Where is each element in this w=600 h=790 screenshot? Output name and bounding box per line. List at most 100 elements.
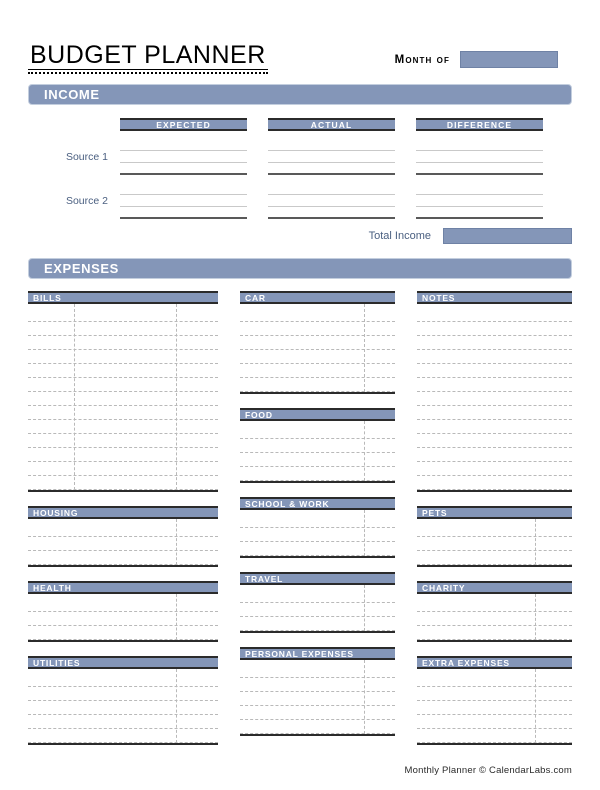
entry-line[interactable] <box>417 378 572 392</box>
entry-line[interactable] <box>28 523 218 537</box>
entry-line[interactable] <box>240 425 395 439</box>
entry-line[interactable] <box>28 308 218 322</box>
entry-line[interactable] <box>240 308 395 322</box>
entry-line[interactable] <box>28 364 218 378</box>
column-divider <box>176 594 178 640</box>
entry-line[interactable] <box>28 551 218 565</box>
expense-block-body[interactable] <box>417 519 572 567</box>
entry-line[interactable] <box>28 673 218 687</box>
total-rule <box>120 163 247 175</box>
income-difference-field[interactable] <box>416 183 543 219</box>
expense-block-body[interactable] <box>417 669 572 745</box>
entry-line[interactable] <box>240 720 395 734</box>
entry-line[interactable] <box>417 350 572 364</box>
expense-block-body[interactable] <box>28 594 218 642</box>
entry-line[interactable] <box>28 626 218 640</box>
entry-line[interactable] <box>240 692 395 706</box>
entry-line[interactable] <box>28 701 218 715</box>
write-line <box>120 151 247 163</box>
column-divider <box>364 585 365 631</box>
entry-line[interactable] <box>28 729 218 743</box>
entry-line[interactable] <box>28 434 218 448</box>
income-expected-field[interactable] <box>120 139 247 175</box>
income-actual-field[interactable] <box>268 183 395 219</box>
entry-line[interactable] <box>417 537 572 551</box>
entry-line[interactable] <box>417 598 572 612</box>
expense-block-body[interactable] <box>240 585 395 633</box>
entry-line[interactable] <box>28 406 218 420</box>
expense-block-personal-expenses: PERSONAL EXPENSES <box>240 647 395 736</box>
entry-line[interactable] <box>240 378 395 392</box>
entry-line[interactable] <box>417 308 572 322</box>
entry-line[interactable] <box>417 364 572 378</box>
expense-block-body[interactable] <box>28 669 218 745</box>
month-of-input[interactable] <box>460 51 558 68</box>
entry-line[interactable] <box>417 420 572 434</box>
entry-line[interactable] <box>28 476 218 490</box>
entry-line[interactable] <box>417 392 572 406</box>
entry-line[interactable] <box>240 617 395 631</box>
entry-line[interactable] <box>417 687 572 701</box>
entry-line[interactable] <box>28 715 218 729</box>
entry-line[interactable] <box>240 678 395 692</box>
write-line <box>416 183 543 195</box>
entry-line[interactable] <box>240 603 395 617</box>
entry-line[interactable] <box>28 612 218 626</box>
entry-line[interactable] <box>28 322 218 336</box>
expense-block-body[interactable] <box>417 304 572 492</box>
entry-line[interactable] <box>417 434 572 448</box>
entry-line[interactable] <box>240 514 395 528</box>
entry-line[interactable] <box>417 626 572 640</box>
entry-line[interactable] <box>417 612 572 626</box>
entry-line[interactable] <box>240 439 395 453</box>
entry-line[interactable] <box>417 701 572 715</box>
expense-block-body[interactable] <box>240 421 395 483</box>
entry-line[interactable] <box>417 729 572 743</box>
expense-block-title: CHARITY <box>422 582 466 593</box>
entry-line[interactable] <box>240 528 395 542</box>
entry-line[interactable] <box>240 336 395 350</box>
entry-line[interactable] <box>240 364 395 378</box>
entry-line[interactable] <box>417 476 572 490</box>
entry-line[interactable] <box>28 420 218 434</box>
entry-line[interactable] <box>28 448 218 462</box>
expense-block-body[interactable] <box>240 304 395 394</box>
entry-line[interactable] <box>417 322 572 336</box>
expense-block-body[interactable] <box>240 510 395 558</box>
entry-line[interactable] <box>28 462 218 476</box>
entry-line[interactable] <box>28 336 218 350</box>
entry-line[interactable] <box>28 350 218 364</box>
column-header-actual: ACTUAL <box>268 118 395 131</box>
entry-line[interactable] <box>417 715 572 729</box>
total-income-value[interactable] <box>443 228 572 244</box>
entry-line[interactable] <box>417 336 572 350</box>
entry-line[interactable] <box>240 350 395 364</box>
income-difference-field[interactable] <box>416 139 543 175</box>
entry-line[interactable] <box>417 406 572 420</box>
entry-line[interactable] <box>28 537 218 551</box>
entry-line[interactable] <box>240 453 395 467</box>
entry-line[interactable] <box>417 673 572 687</box>
expense-block-body[interactable] <box>240 660 395 736</box>
income-actual-field[interactable] <box>268 139 395 175</box>
entry-line[interactable] <box>240 589 395 603</box>
entry-line[interactable] <box>28 598 218 612</box>
entry-line[interactable] <box>417 462 572 476</box>
entry-line[interactable] <box>240 706 395 720</box>
entry-line[interactable] <box>28 392 218 406</box>
expense-block-body[interactable] <box>28 304 218 492</box>
entry-line[interactable] <box>240 664 395 678</box>
entry-line[interactable] <box>417 448 572 462</box>
entry-line[interactable] <box>28 687 218 701</box>
income-expected-field[interactable] <box>120 183 247 219</box>
entry-line[interactable] <box>28 378 218 392</box>
expense-block-header: NOTES <box>417 291 572 304</box>
entry-line[interactable] <box>417 551 572 565</box>
entry-line[interactable] <box>240 322 395 336</box>
entry-line[interactable] <box>240 542 395 556</box>
expense-block-body[interactable] <box>28 519 218 567</box>
expense-block-header: HOUSING <box>28 506 218 519</box>
expense-block-body[interactable] <box>417 594 572 642</box>
entry-line[interactable] <box>240 467 395 481</box>
entry-line[interactable] <box>417 523 572 537</box>
